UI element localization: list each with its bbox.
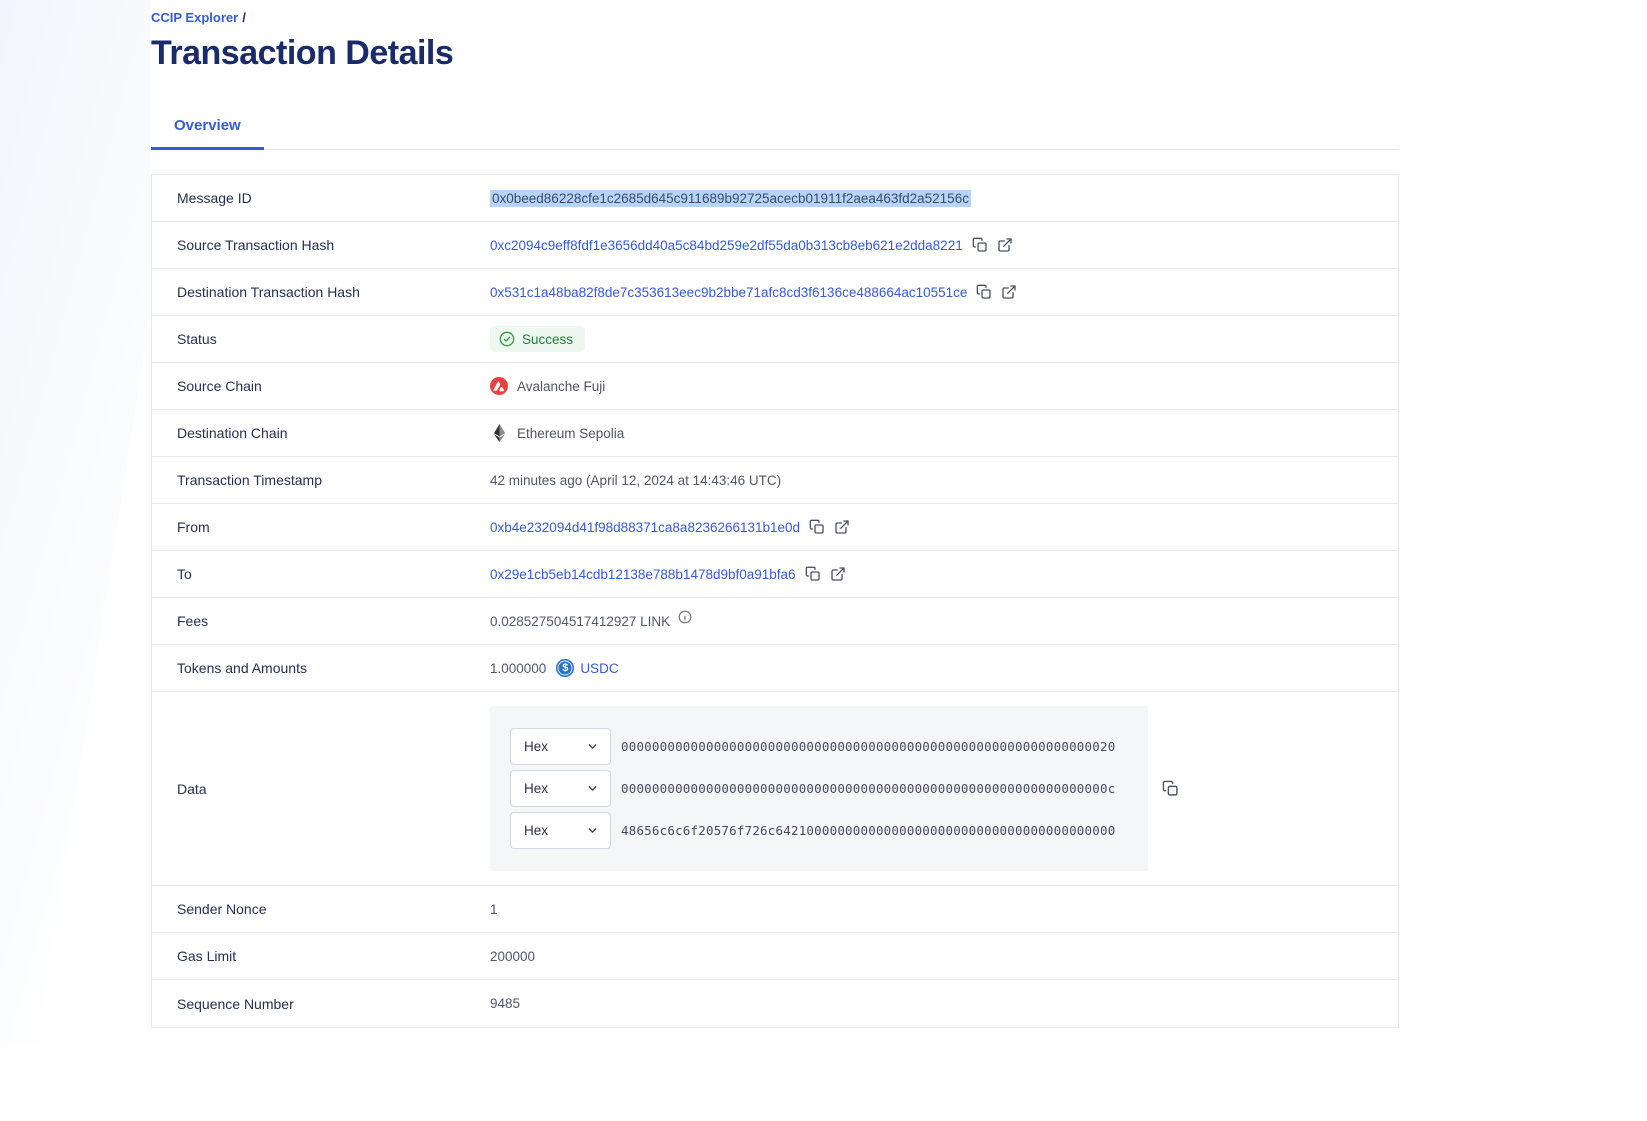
row-transaction-timestamp: Transaction Timestamp 42 minutes ago (Ap… [152, 457, 1398, 504]
source-chain-label: Source Chain [152, 378, 490, 394]
row-gas-limit: Gas Limit 200000 [152, 933, 1398, 980]
fees-value: 0.028527504517412927 LINK [490, 614, 670, 629]
to-label: To [152, 566, 490, 582]
source-tx-hash-link[interactable]: 0xc2094c9eff8fdf1e3656dd40a5c84bd259e2df… [490, 238, 963, 253]
to-address-link[interactable]: 0x29e1cb5eb14cdb12138e788b1478d9bf0a91bf… [490, 567, 796, 582]
token-symbol-link[interactable]: USDC [580, 661, 618, 676]
ethereum-icon [490, 424, 508, 442]
external-link-icon[interactable] [834, 519, 850, 535]
info-icon[interactable] [678, 610, 692, 624]
sender-nonce-label: Sender Nonce [152, 901, 490, 917]
hex-select-label: Hex [524, 781, 548, 796]
copy-icon[interactable] [976, 284, 992, 300]
background-decoration [0, 0, 150, 1045]
dest-tx-hash-link[interactable]: 0x531c1a48ba82f8de7c353613eec9b2bbe71afc… [490, 285, 967, 300]
source-chain-name: Avalanche Fuji [517, 379, 605, 394]
copy-icon[interactable] [972, 237, 988, 253]
hex-select-label: Hex [524, 739, 548, 754]
dest-chain-label: Destination Chain [152, 425, 490, 441]
hex-format-select[interactable]: Hex [510, 770, 611, 807]
hex-select-label: Hex [524, 823, 548, 838]
row-sequence-number: Sequence Number 9485 [152, 980, 1398, 1027]
tokens-label: Tokens and Amounts [152, 660, 490, 676]
usdc-coin-icon: $ [556, 659, 574, 677]
sequence-number-value: 9485 [490, 996, 520, 1011]
row-destination-transaction-hash: Destination Transaction Hash 0x531c1a48b… [152, 269, 1398, 316]
row-status: Status Success [152, 316, 1398, 363]
from-label: From [152, 519, 490, 535]
message-id-label: Message ID [152, 190, 490, 206]
main-content: CCIP Explorer / Transaction Details Overv… [151, 0, 1399, 1028]
copy-icon[interactable] [805, 566, 821, 582]
hex-format-select[interactable]: Hex [510, 728, 611, 765]
status-label: Status [152, 331, 490, 347]
chevron-down-icon [586, 824, 599, 837]
hex-format-select[interactable]: Hex [510, 812, 611, 849]
chevron-down-icon [586, 740, 599, 753]
row-source-transaction-hash: Source Transaction Hash 0xc2094c9eff8fdf… [152, 222, 1398, 269]
external-link-icon[interactable] [997, 237, 1013, 253]
data-line: Hex 000000000000000000000000000000000000… [510, 728, 1148, 765]
data-label: Data [152, 781, 490, 797]
success-check-icon [499, 331, 515, 347]
external-link-icon[interactable] [1001, 284, 1017, 300]
row-sender-nonce: Sender Nonce 1 [152, 886, 1398, 933]
dest-chain-name: Ethereum Sepolia [517, 426, 624, 441]
gas-limit-value: 200000 [490, 949, 535, 964]
source-tx-label: Source Transaction Hash [152, 237, 490, 253]
copy-icon[interactable] [1162, 780, 1179, 797]
chevron-down-icon [586, 782, 599, 795]
tab-overview[interactable]: Overview [151, 117, 264, 150]
row-fees: Fees 0.028527504517412927 LINK [152, 598, 1398, 645]
row-from: From 0xb4e232094d41f98d88371ca8a82362661… [152, 504, 1398, 551]
data-line: Hex 000000000000000000000000000000000000… [510, 770, 1148, 807]
gas-limit-label: Gas Limit [152, 948, 490, 964]
transaction-details-table: Message ID 0x0beed86228cfe1c2685d645c911… [151, 174, 1399, 1028]
row-message-id: Message ID 0x0beed86228cfe1c2685d645c911… [152, 175, 1398, 222]
dest-tx-label: Destination Transaction Hash [152, 284, 490, 300]
data-line: Hex 48656c6c6f20576f726c6421000000000000… [510, 812, 1148, 849]
breadcrumb-separator: / [242, 10, 246, 25]
data-hex-box: Hex 000000000000000000000000000000000000… [490, 706, 1148, 871]
timestamp-value: 42 minutes ago (April 12, 2024 at 14:43:… [490, 473, 781, 488]
from-address-link[interactable]: 0xb4e232094d41f98d88371ca8a8236266131b1e… [490, 520, 800, 535]
avalanche-icon [490, 377, 508, 395]
data-hex-value: 0000000000000000000000000000000000000000… [621, 781, 1115, 796]
sequence-number-label: Sequence Number [152, 996, 490, 1012]
copy-icon[interactable] [809, 519, 825, 535]
page-title: Transaction Details [151, 34, 1399, 73]
data-hex-value: 0000000000000000000000000000000000000000… [621, 739, 1115, 754]
fees-label: Fees [152, 613, 490, 629]
external-link-icon[interactable] [830, 566, 846, 582]
status-badge: Success [490, 326, 585, 352]
row-destination-chain: Destination Chain Ethereum Sepolia [152, 410, 1398, 457]
tab-bar: Overview [151, 117, 1399, 150]
status-badge-text: Success [522, 332, 573, 347]
sender-nonce-value: 1 [490, 902, 498, 917]
token-amount: 1.000000 [490, 661, 546, 676]
breadcrumb-ccip-explorer-link[interactable]: CCIP Explorer [151, 10, 238, 25]
message-id-value[interactable]: 0x0beed86228cfe1c2685d645c911689b92725ac… [490, 190, 971, 207]
row-data: Data Hex 0000000000000000000000000000000… [152, 692, 1398, 886]
row-to: To 0x29e1cb5eb14cdb12138e788b1478d9bf0a9… [152, 551, 1398, 598]
data-hex-value: 48656c6c6f20576f726c64210000000000000000… [621, 823, 1115, 838]
breadcrumb: CCIP Explorer / [151, 10, 1399, 25]
timestamp-label: Transaction Timestamp [152, 472, 490, 488]
row-tokens-and-amounts: Tokens and Amounts 1.000000 $ USDC [152, 645, 1398, 692]
row-source-chain: Source Chain Avalanche Fuji [152, 363, 1398, 410]
